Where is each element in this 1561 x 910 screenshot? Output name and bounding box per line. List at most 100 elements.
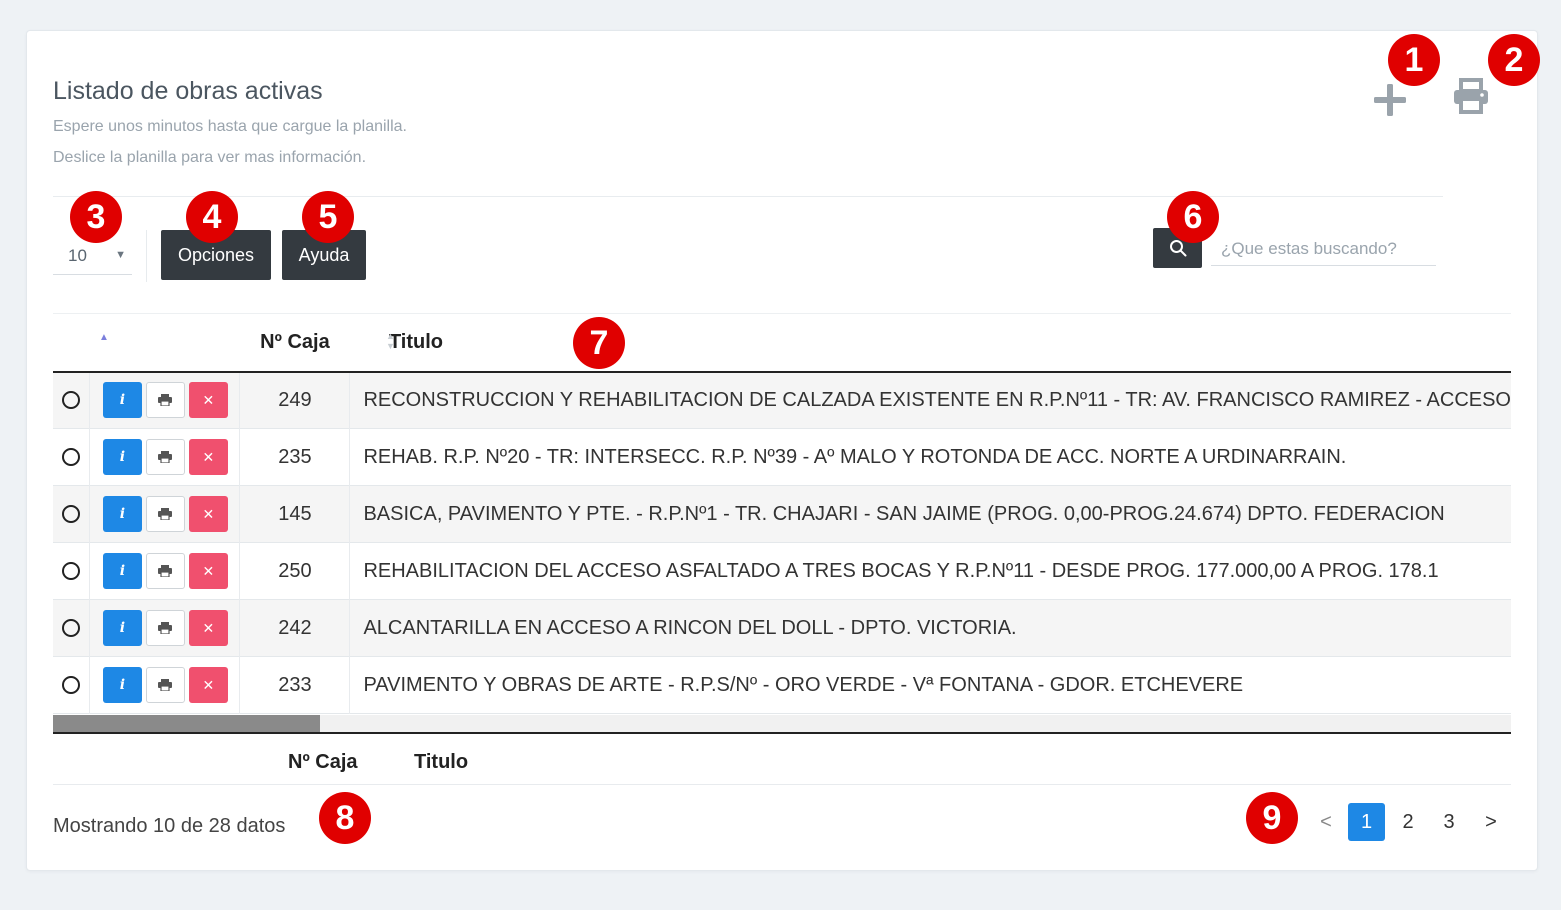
cell-caja: 242 (239, 599, 351, 657)
annotation-badge-7: 7 (573, 317, 625, 369)
cell-titulo: REHAB. R.P. Nº20 - TR: INTERSECC. R.P. N… (363, 445, 1347, 468)
search-icon (1169, 240, 1186, 257)
cell-caja: 250 (239, 542, 351, 600)
table-row: i ✕ 235 REHAB. R.P. Nº20 - TR: INTERSECC.… (53, 428, 1511, 486)
annotation-badge-2: 2 (1488, 34, 1540, 86)
sort-ascending-icon[interactable]: ▲ (99, 332, 109, 343)
info-icon: i (119, 392, 126, 409)
chevron-down-icon: ▼ (115, 249, 126, 261)
pagination-prev[interactable]: < (1312, 803, 1340, 841)
page-subtitle-scroll: Deslice la planilla para ver mas informa… (53, 149, 367, 166)
pagination-page-3[interactable]: 3 (1433, 803, 1465, 841)
table-row: i ✕ 233 PAVIMENTO Y OBRAS DE ARTE - R.P.S… (53, 656, 1511, 714)
cell-titulo: RECONSTRUCCION Y REHABILITACION DE CALZA… (363, 388, 1511, 411)
cell-titulo: ALCANTARILLA EN ACCESO A RINCON DEL DOLL… (363, 616, 1017, 639)
delete-button[interactable]: ✕ (188, 439, 228, 475)
close-icon: ✕ (202, 619, 215, 636)
footer-titulo: Titulo (414, 751, 469, 773)
works-table: Nº Caja Titulo i ✕ 249 RECONSTRUCCION Y R… (53, 313, 1511, 714)
cell-titulo: PAVIMENTO Y OBRAS DE ARTE - R.P.S/Nº - O… (363, 673, 1244, 696)
print-icon[interactable] (1452, 78, 1490, 114)
pagination-next[interactable]: > (1477, 803, 1505, 841)
table-info: Mostrando 10 de 28 datos (53, 815, 286, 837)
info-icon: i (119, 620, 126, 636)
header-divider (53, 196, 1443, 197)
page-length-value: 10 (68, 246, 87, 265)
delete-button[interactable]: ✕ (188, 610, 228, 646)
info-button[interactable]: i (102, 553, 142, 589)
close-icon: ✕ (202, 391, 215, 408)
print-row-button[interactable] (145, 610, 185, 646)
delete-button[interactable]: ✕ (188, 667, 228, 703)
info-button[interactable]: i (102, 667, 142, 703)
page-length-select[interactable]: 10 ▼ (53, 240, 132, 275)
annotation-badge-5: 5 (302, 191, 354, 243)
row-select-radio[interactable] (61, 448, 80, 467)
header-titulo[interactable]: Titulo (349, 313, 1511, 373)
print-row-button[interactable] (145, 553, 185, 589)
info-icon: i (119, 563, 126, 579)
print-icon (158, 508, 173, 520)
info-icon: i (119, 449, 126, 465)
cell-titulo: REHABILITACION DEL ACCESO ASFALTADO A TR… (363, 559, 1439, 582)
pagination-page-2[interactable]: 2 (1392, 803, 1424, 841)
row-select-radio[interactable] (61, 562, 80, 581)
page-subtitle-loading: Espere unos minutos hasta que cargue la … (53, 118, 407, 135)
info-button[interactable]: i (102, 382, 142, 419)
add-icon[interactable] (1372, 82, 1408, 118)
search-input[interactable] (1211, 232, 1436, 266)
print-icon (158, 679, 173, 691)
table-footer-row (53, 734, 1511, 785)
print-row-button[interactable] (145, 382, 185, 419)
info-button[interactable]: i (102, 496, 142, 532)
cell-caja: 145 (239, 485, 351, 543)
annotation-badge-4: 4 (186, 191, 238, 243)
print-row-button[interactable] (145, 667, 185, 703)
table-row: i ✕ 250 REHABILITACION DEL ACCESO ASFALTA… (53, 542, 1511, 600)
table-row: i ✕ 242 ALCANTARILLA EN ACCESO A RINCON D… (53, 599, 1511, 657)
info-button[interactable]: i (102, 439, 142, 475)
close-icon: ✕ (202, 448, 215, 465)
toolbar-divider (146, 230, 147, 282)
delete-button[interactable]: ✕ (188, 382, 228, 419)
print-icon (158, 451, 173, 463)
pagination-page-1[interactable]: 1 (1348, 803, 1385, 841)
annotation-badge-6: 6 (1167, 191, 1219, 243)
close-icon: ✕ (202, 562, 215, 579)
delete-button[interactable]: ✕ (188, 496, 228, 532)
print-icon (158, 565, 173, 577)
table-header-row: Nº Caja Titulo (53, 313, 1511, 373)
cell-caja: 233 (239, 656, 351, 714)
close-icon: ✕ (202, 505, 215, 522)
close-icon: ✕ (202, 676, 215, 693)
print-row-button[interactable] (145, 496, 185, 532)
delete-button[interactable]: ✕ (188, 553, 228, 589)
annotation-badge-3: 3 (70, 191, 122, 243)
info-button[interactable]: i (102, 610, 142, 646)
row-select-radio[interactable] (61, 619, 80, 638)
info-icon: i (119, 677, 126, 693)
print-icon (158, 394, 173, 407)
cell-caja: 235 (239, 428, 351, 486)
table-row: i ✕ 145 BASICA, PAVIMENTO Y PTE. - R.P.Nº… (53, 485, 1511, 543)
info-icon: i (119, 506, 126, 522)
header-actions (89, 313, 240, 373)
print-row-button[interactable] (145, 439, 185, 475)
row-select-radio[interactable] (61, 505, 80, 524)
annotation-badge-8: 8 (319, 792, 371, 844)
print-icon (158, 622, 173, 634)
footer-caja: Nº Caja (288, 751, 358, 773)
header-select[interactable] (53, 313, 90, 373)
page-title: Listado de obras activas (53, 77, 323, 105)
annotation-badge-1: 1 (1388, 34, 1440, 86)
cell-caja: 249 (239, 371, 351, 429)
table-row: i ✕ 249 RECONSTRUCCION Y REHABILITACION D… (53, 371, 1511, 429)
header-caja[interactable]: Nº Caja (239, 313, 350, 373)
annotation-badge-9: 9 (1246, 792, 1298, 844)
scrollbar-thumb[interactable] (53, 715, 320, 732)
horizontal-scrollbar[interactable] (53, 715, 1511, 732)
row-select-radio[interactable] (61, 391, 80, 410)
cell-titulo: BASICA, PAVIMENTO Y PTE. - R.P.Nº1 - TR.… (363, 502, 1445, 525)
sort-icon[interactable]: ▲ ▼ (386, 331, 395, 351)
row-select-radio[interactable] (61, 676, 80, 695)
